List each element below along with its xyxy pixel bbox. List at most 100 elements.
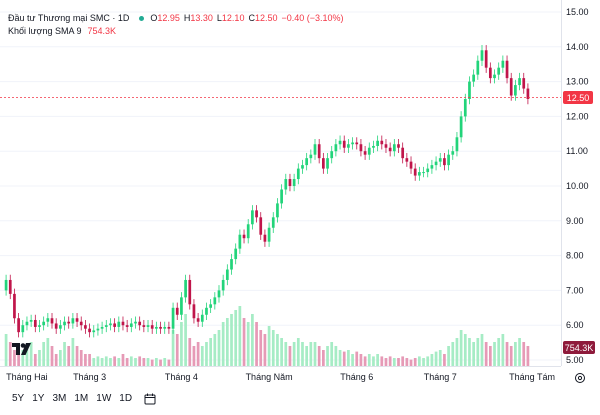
volume-bar	[488, 346, 492, 366]
candle-body	[413, 168, 417, 176]
tradingview-logo-icon[interactable]	[12, 342, 34, 360]
candle-body	[129, 323, 133, 327]
volume-bar	[401, 356, 405, 366]
open-value: 12.95	[157, 13, 180, 23]
candle-body	[88, 328, 91, 333]
gear-icon[interactable]	[574, 372, 586, 384]
candle-body	[150, 325, 154, 329]
last-price-value: 12.50	[567, 93, 590, 103]
market-status-icon	[139, 16, 145, 21]
range-5y-button[interactable]: 5Y	[8, 391, 28, 406]
candle-body	[430, 165, 434, 169]
candle-body	[342, 140, 346, 148]
y-tick-label: 8.00	[566, 251, 584, 261]
volume-bar	[484, 342, 488, 366]
volume-bar	[234, 310, 238, 366]
candle-body	[138, 321, 142, 326]
candle-body	[401, 147, 405, 159]
candle-body	[267, 227, 271, 242]
volume-bar	[171, 330, 175, 366]
candle-body	[50, 318, 54, 324]
candle-body	[13, 293, 16, 319]
volume-bar	[309, 342, 313, 366]
volume-bar	[59, 350, 62, 366]
range-1d-button[interactable]: 1D	[115, 391, 136, 406]
range-3m-button[interactable]: 3M	[48, 391, 70, 406]
candle-body	[514, 85, 517, 96]
volume-bar	[447, 346, 450, 366]
candle-body	[355, 142, 359, 145]
volume-bar	[363, 356, 367, 366]
volume-bar	[63, 342, 66, 366]
volume-bar	[100, 358, 104, 366]
volume-bar	[200, 346, 204, 366]
volume-bar	[146, 358, 150, 366]
volume-bar	[388, 356, 392, 366]
x-tick-label: Tháng 4	[165, 372, 198, 382]
candle-body	[213, 297, 217, 305]
range-1y-button[interactable]: 1Y	[28, 391, 48, 406]
candle-body	[488, 67, 492, 79]
legend-ohlc-row: Đầu tư Thương mại SMC · 1D O 12.95 H 13.30…	[8, 12, 348, 25]
volume-bar	[422, 358, 425, 366]
volume-bar	[142, 358, 146, 366]
candle-body	[472, 74, 475, 82]
candle-body	[63, 321, 66, 326]
calendar-icon[interactable]	[144, 393, 156, 405]
candle-body	[255, 210, 258, 218]
candle-body	[351, 142, 354, 145]
candle-body	[205, 307, 208, 315]
volume-label[interactable]: Khối lượng SMA 9	[8, 25, 81, 38]
price-chart[interactable]: 15.00 14.00 13.00 12.00 11.00 10.00 9.00 8.00 7.…	[0, 0, 600, 415]
range-1w-button[interactable]: 1W	[92, 391, 115, 406]
volume-bar	[455, 338, 459, 366]
volume-bar	[213, 334, 217, 366]
volume-bar	[342, 351, 346, 366]
volume-bar	[221, 322, 225, 366]
volume-bar	[292, 342, 296, 366]
candle-body	[447, 154, 450, 166]
range-selector: 5Y 1Y 3M 1M 1W 1D	[8, 391, 156, 406]
candle-body	[209, 304, 212, 308]
volume-bars	[4, 306, 530, 366]
volume-bar	[117, 358, 121, 366]
volume-bar	[459, 330, 463, 366]
volume-bar	[384, 358, 388, 366]
volume-bar	[276, 334, 279, 366]
candle-body	[326, 158, 329, 169]
candle-body	[92, 330, 96, 333]
volume-bar	[125, 358, 129, 366]
range-1m-button[interactable]: 1M	[70, 391, 92, 406]
volume-bar	[463, 334, 467, 366]
candle-body	[234, 248, 238, 260]
price-axis[interactable]: 15.00 14.00 13.00 12.00 11.00 10.00 9.00 8.00 7.…	[566, 7, 589, 365]
candle-body	[4, 279, 8, 291]
candle-body	[242, 234, 246, 239]
candle-body	[288, 179, 292, 186]
volume-bar	[71, 338, 75, 366]
candle-body	[263, 234, 267, 242]
candle-body	[372, 145, 375, 148]
candle-body	[134, 321, 137, 324]
candle-body	[359, 144, 363, 152]
candle-body	[418, 172, 421, 176]
time-axis[interactable]: Tháng Hai Tháng 3 Tháng 4 Tháng Năm Tháng 6 T…	[6, 372, 555, 382]
volume-bar	[246, 322, 250, 366]
volume-bar	[426, 356, 430, 366]
candle-body	[280, 189, 283, 204]
volume-bar	[92, 358, 96, 366]
y-tick-label: 7.00	[566, 285, 584, 295]
candle-body	[497, 67, 501, 75]
candle-body	[484, 50, 488, 68]
legend-volume-row: Khối lượng SMA 9 754.3K	[8, 25, 348, 38]
candle-body	[113, 323, 116, 327]
symbol-title[interactable]: Đầu tư Thương mại SMC · 1D	[8, 12, 129, 25]
candle-body	[313, 144, 317, 155]
candle-body	[54, 323, 58, 329]
candle-body	[84, 325, 87, 329]
candle-body	[33, 319, 37, 327]
volume-bar	[205, 342, 208, 366]
volume-bar	[88, 354, 91, 366]
volume-bar	[392, 358, 396, 366]
volume-bar	[54, 354, 58, 366]
